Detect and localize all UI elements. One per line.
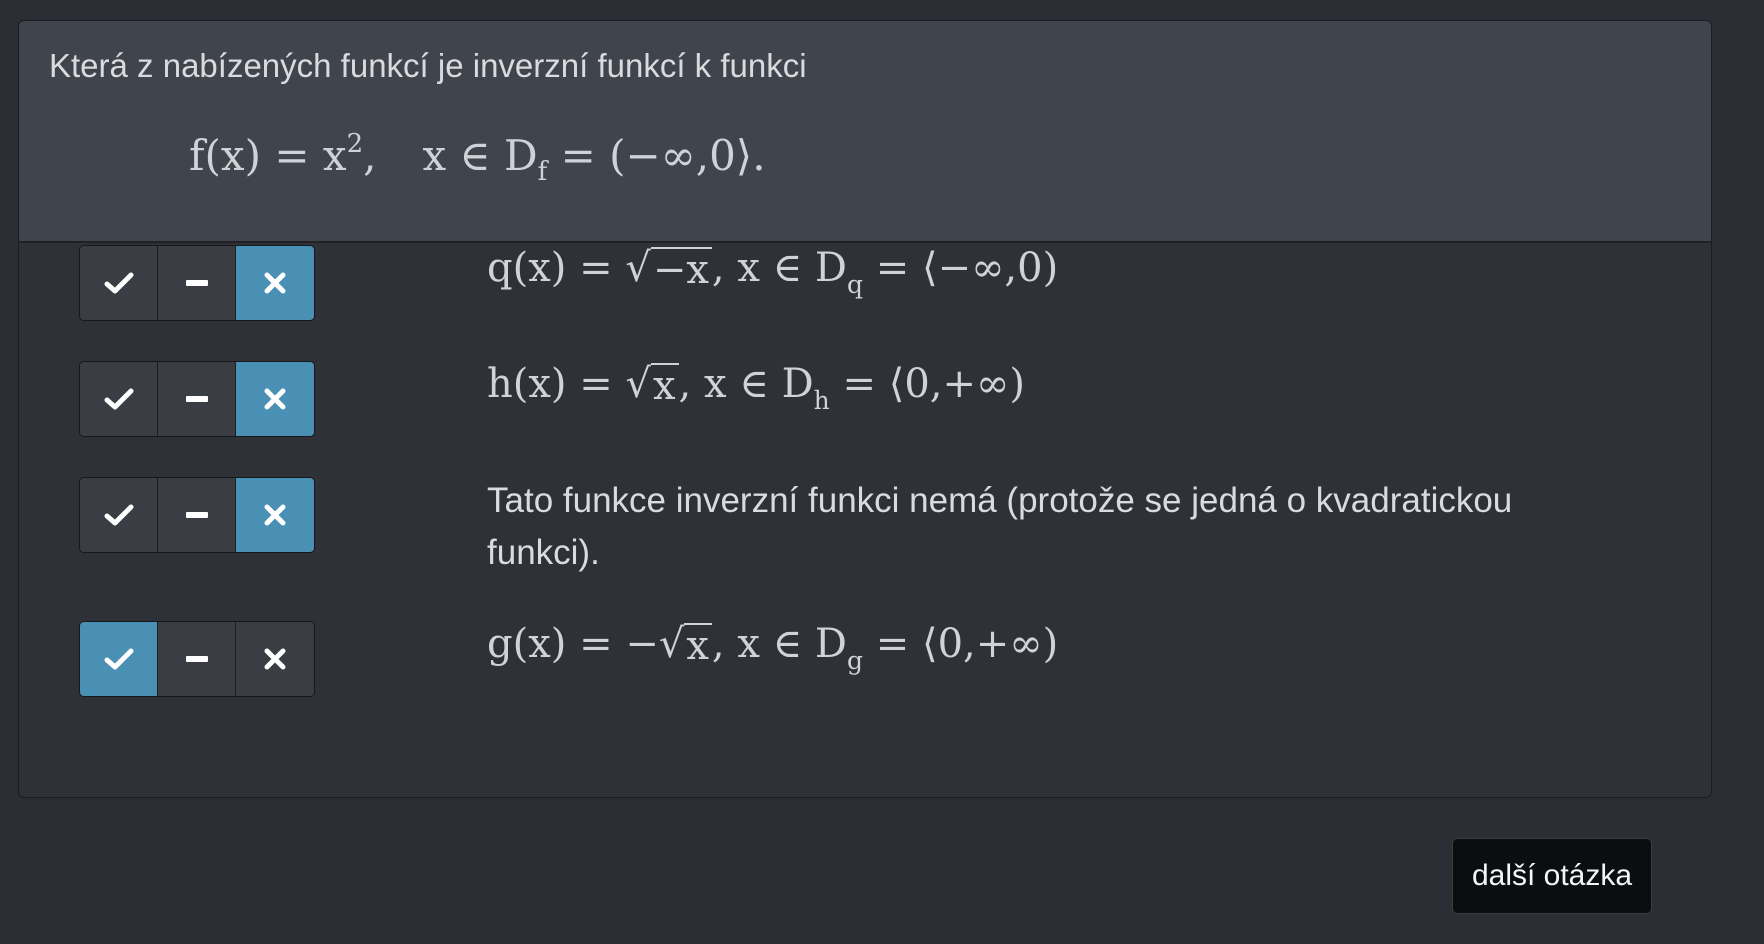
answer-toggle-none xyxy=(79,477,315,553)
check-icon xyxy=(104,388,133,410)
sqrt: √ x xyxy=(659,621,712,667)
formula-lhs: f(x) = x xyxy=(189,131,347,180)
minus-icon xyxy=(185,656,208,662)
times-icon xyxy=(264,388,286,410)
option-text-none: Tato funkce inverzní funkci nemá (protož… xyxy=(487,481,1513,572)
question-text: Která z nabízených funkcí je inverzní fu… xyxy=(49,47,807,84)
question-header: Která z nabízených funkcí je inverzní fu… xyxy=(19,21,1711,243)
times-icon xyxy=(264,648,286,670)
mark-wrong-button[interactable] xyxy=(236,622,314,696)
minus-icon xyxy=(185,396,208,402)
main-formula: f(x) = x2, x ∈ Df = (−∞,0⟩. xyxy=(189,129,766,187)
mark-neutral-button[interactable] xyxy=(158,478,236,552)
answer-toggle-q xyxy=(79,245,315,321)
formula-power: 2 xyxy=(346,129,364,159)
sqrt: √ −x xyxy=(625,245,712,291)
answer-toggle-h xyxy=(79,361,315,437)
times-icon xyxy=(264,504,286,526)
mark-wrong-button[interactable] xyxy=(236,246,314,320)
formula-domain-sub: f xyxy=(537,157,548,187)
formula-domain-prefix: x ∈ D xyxy=(422,131,538,180)
minus-icon xyxy=(185,280,208,286)
minus-icon xyxy=(185,512,208,518)
mark-neutral-button[interactable] xyxy=(158,362,236,436)
mark-correct-button[interactable] xyxy=(80,622,158,696)
mark-correct-button[interactable] xyxy=(80,362,158,436)
check-icon xyxy=(104,504,133,526)
formula-comma: , xyxy=(363,131,377,180)
mark-neutral-button[interactable] xyxy=(158,246,236,320)
sqrt: √ x xyxy=(625,361,679,407)
option-formula-q: q(x) = √ −x, x ∈ Dq = ⟨−∞,0) xyxy=(487,245,1059,299)
next-question-button[interactable]: další otázka xyxy=(1452,838,1652,914)
check-icon xyxy=(104,272,133,294)
answer-toggle-g xyxy=(79,621,315,697)
mark-wrong-button[interactable] xyxy=(236,362,314,436)
mark-correct-button[interactable] xyxy=(80,478,158,552)
question-card: Která z nabízených funkcí je inverzní fu… xyxy=(18,20,1712,798)
option-formula-g: g(x) = − √ x, x ∈ Dg = ⟨0,+∞) xyxy=(487,621,1059,675)
mark-neutral-button[interactable] xyxy=(158,622,236,696)
mark-correct-button[interactable] xyxy=(80,246,158,320)
formula-domain-rest: = (−∞,0⟩. xyxy=(547,131,766,180)
option-formula-h: h(x) = √ x, x ∈ Dh = ⟨0,+∞) xyxy=(487,361,1025,415)
mark-wrong-button[interactable] xyxy=(236,478,314,552)
times-icon xyxy=(264,272,286,294)
check-icon xyxy=(104,648,133,670)
